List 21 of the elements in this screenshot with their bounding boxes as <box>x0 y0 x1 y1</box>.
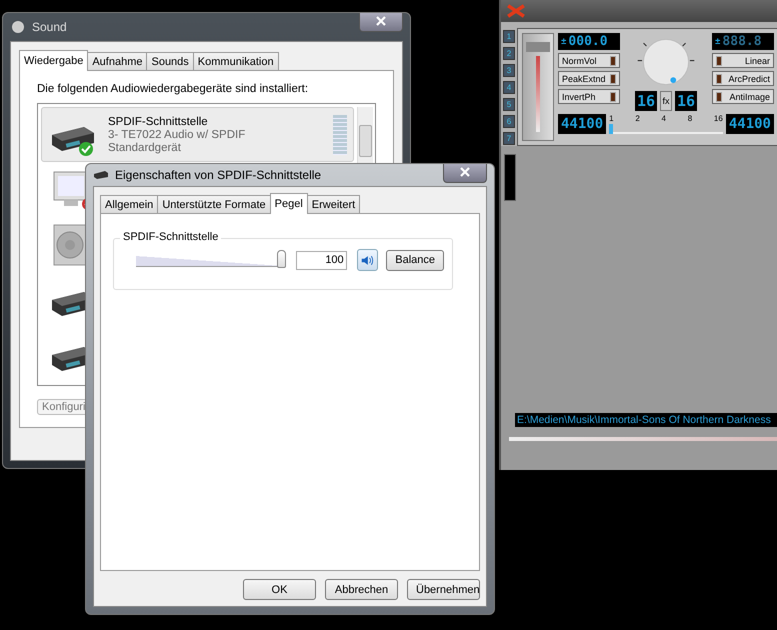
sample-rate-display: 44100 <box>558 114 606 134</box>
sample-rate-display: 44100 <box>726 114 774 134</box>
scale-label: 4 <box>662 114 666 123</box>
lcd-value: 000.0 <box>568 34 608 49</box>
bit-depth-display: 16 <box>675 91 698 111</box>
window-title: Sound <box>32 20 68 34</box>
sign-label: ± <box>715 36 720 46</box>
scale-label: 1 <box>609 114 614 123</box>
sign-label: ± <box>561 36 566 46</box>
lcd-value: 888.8 <box>722 34 762 49</box>
scale-label: 16 <box>714 114 723 123</box>
scale-label: 8 <box>688 114 692 123</box>
device-description: 3- TE7022 Audio w/ SPDIF <box>108 128 246 140</box>
device-status: Standardgerät <box>108 142 182 154</box>
device-name: SPDIF-Schnittstelle <box>108 116 209 128</box>
intro-text: Die folgenden Audiowiedergabegeräte sind installiert: <box>37 83 310 95</box>
file-path: E:\Medien\Musik\Immortal-Sons Of Northern Darkness <box>515 413 777 427</box>
bit-depth-display: 16 <box>634 91 657 111</box>
window-title: Eigenschaften von SPDIF-Schnittstelle <box>115 168 322 182</box>
group-label: SPDIF-Schnittstelle <box>120 231 222 243</box>
scale-label: 2 <box>635 114 640 123</box>
